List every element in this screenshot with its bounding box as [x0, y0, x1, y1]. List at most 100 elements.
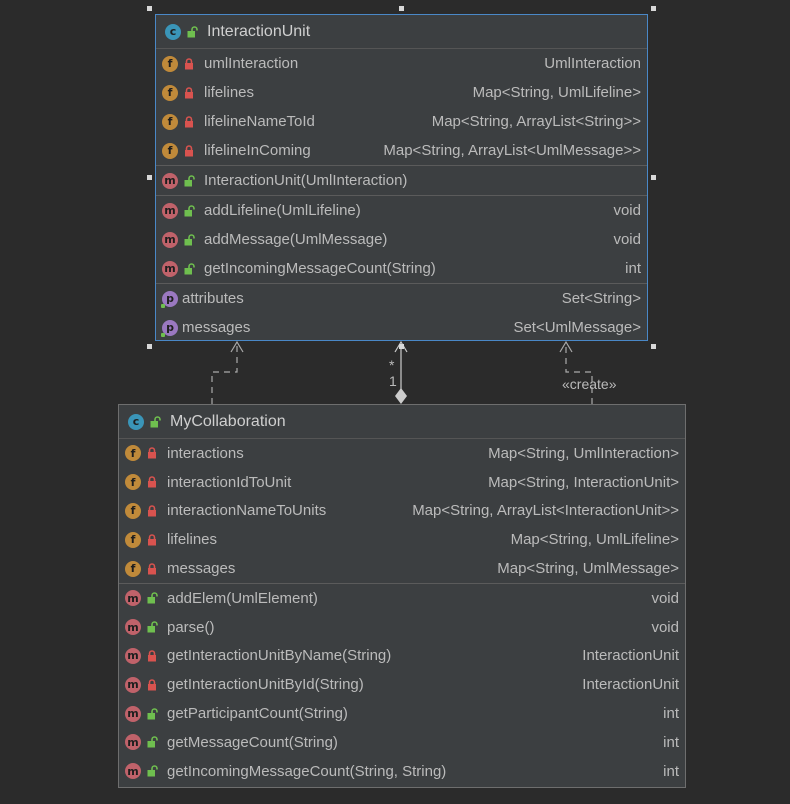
public-lock-icon [185, 24, 199, 40]
property-icon: p [161, 290, 178, 308]
public-lock-icon [145, 706, 159, 722]
fields-section: f umlInteraction UmlInteraction f lifelines M… [156, 49, 647, 166]
private-lock-icon [145, 532, 159, 548]
public-lock-icon [182, 232, 196, 248]
private-lock-icon [145, 648, 159, 664]
member-name: attributes [182, 290, 244, 307]
method-row[interactable]: m InteractionUnit(UmlInteraction) [156, 166, 647, 195]
member-name: messages [167, 560, 236, 578]
member-name: lifelines [167, 531, 218, 549]
class-header[interactable]: c MyCollaboration [119, 405, 685, 439]
member-name: InteractionUnit(UmlInteraction) [204, 172, 408, 189]
member-type: UmlInteraction [544, 55, 641, 72]
method-icon: m [162, 172, 178, 189]
field-row[interactable]: f umlInteraction UmlInteraction [156, 49, 647, 78]
member-type: Map<String, UmlInteraction> [488, 444, 679, 462]
method-row[interactable]: m addElem(UmlElement) void [119, 584, 685, 613]
methods-section: m addElem(UmlElement) void m parse() void m get… [119, 584, 685, 786]
method-row[interactable]: m getInteractionUnitByName(String) Interac… [119, 642, 685, 671]
field-row[interactable]: f lifelines Map<String, UmlLifeline> [119, 525, 685, 554]
class-icon: c [165, 23, 181, 40]
method-icon: m [125, 647, 141, 664]
method-icon: m [125, 705, 141, 722]
resize-handle[interactable] [147, 175, 152, 180]
member-name: addElem(UmlElement) [167, 589, 318, 607]
method-icon: m [125, 590, 141, 607]
member-type: InteractionUnit [582, 676, 679, 694]
resize-handle[interactable] [651, 6, 656, 11]
composition-diamond [395, 388, 407, 404]
multiplicity-one: 1 [389, 373, 397, 389]
field-row[interactable]: f interactions Map<String, UmlInteraction> [119, 439, 685, 468]
public-lock-icon [145, 763, 159, 779]
resize-handle[interactable] [147, 344, 152, 349]
property-row[interactable]: p attributes Set<String> [156, 284, 647, 313]
member-name: interactionIdToUnit [167, 473, 292, 491]
member-type: Map<String, UmlMessage> [497, 560, 679, 578]
method-row[interactable]: m getParticipantCount(String) int [119, 699, 685, 728]
method-row[interactable]: m addLifeline(UmlLifeline) void [156, 196, 647, 225]
member-name: messages [182, 319, 251, 336]
member-type: Set<UmlMessage> [513, 319, 641, 336]
field-row[interactable]: f lifelines Map<String, UmlLifeline> [156, 78, 647, 107]
member-type: int [625, 260, 641, 277]
private-lock-icon [182, 114, 196, 130]
resize-handle[interactable] [651, 175, 656, 180]
method-icon: m [162, 260, 178, 277]
field-row[interactable]: f interactionNameToUnits Map<String, Array… [119, 497, 685, 526]
member-type: InteractionUnit [582, 647, 679, 665]
member-name: getInteractionUnitByName(String) [167, 647, 392, 665]
member-name: parse() [167, 618, 215, 636]
member-name: lifelineNameToId [204, 113, 315, 130]
member-type: void [651, 589, 679, 607]
resize-handle[interactable] [399, 344, 404, 349]
method-row[interactable]: m getInteractionUnitById(String) Interacti… [119, 670, 685, 699]
member-name: getInteractionUnitById(String) [167, 676, 364, 694]
method-row[interactable]: m addMessage(UmlMessage) void [156, 225, 647, 254]
resize-handle[interactable] [651, 344, 656, 349]
field-row[interactable]: f interactionIdToUnit Map<String, Interact… [119, 468, 685, 497]
properties-section: p attributes Set<String> p messages Set<UmlMe… [156, 284, 647, 342]
field-row[interactable]: f lifelineInComing Map<String, ArrayList<U… [156, 136, 647, 165]
method-icon: m [162, 231, 178, 248]
field-icon: f [125, 474, 141, 491]
dependency-line [211, 344, 238, 404]
method-row[interactable]: m getIncomingMessageCount(String) int [156, 254, 647, 283]
method-row[interactable]: m getMessageCount(String) int [119, 728, 685, 757]
interaction-unit-class-box[interactable]: c InteractionUnit f umlInteraction UmlInte… [155, 14, 648, 341]
private-lock-icon [182, 56, 196, 72]
class-icon: c [128, 413, 144, 430]
field-icon: f [125, 502, 141, 519]
member-type: int [663, 733, 679, 751]
member-name: getParticipantCount(String) [167, 705, 348, 723]
public-lock-icon [145, 590, 159, 606]
member-name: umlInteraction [204, 55, 299, 72]
field-icon: f [162, 55, 178, 72]
public-lock-icon [148, 414, 162, 430]
property-row[interactable]: p messages Set<UmlMessage> [156, 313, 647, 342]
method-row[interactable]: m parse() void [119, 613, 685, 642]
resize-handle[interactable] [147, 6, 152, 11]
member-name: addMessage(UmlMessage) [204, 231, 388, 248]
private-lock-icon [145, 503, 159, 519]
member-type: Map<String, ArrayList<InteractionUnit>> [412, 502, 679, 520]
member-type: Map<String, ArrayList<UmlMessage>> [383, 142, 641, 159]
public-lock-icon [182, 173, 196, 189]
member-name: lifelineInComing [204, 142, 311, 159]
fields-section: f interactions Map<String, UmlInteraction>… [119, 439, 685, 584]
resize-handle[interactable] [399, 6, 404, 11]
member-type: Map<String, ArrayList<String>> [431, 113, 641, 130]
field-row[interactable]: f lifelineNameToId Map<String, ArrayList<S… [156, 107, 647, 136]
field-icon: f [125, 531, 141, 548]
class-header[interactable]: c InteractionUnit [156, 15, 647, 49]
method-icon: m [162, 202, 178, 219]
member-type: Map<String, UmlLifeline> [472, 84, 641, 101]
method-row[interactable]: m getIncomingMessageCount(String, String)… [119, 757, 685, 786]
create-stereotype-label: «create» [562, 376, 617, 392]
private-lock-icon [145, 561, 159, 577]
member-name: addLifeline(UmlLifeline) [204, 202, 361, 219]
method-icon: m [125, 763, 141, 780]
my-collaboration-class-box[interactable]: c MyCollaboration f interactions Map<Strin… [118, 404, 686, 788]
field-row[interactable]: f messages Map<String, UmlMessage> [119, 554, 685, 583]
field-icon: f [162, 113, 178, 130]
